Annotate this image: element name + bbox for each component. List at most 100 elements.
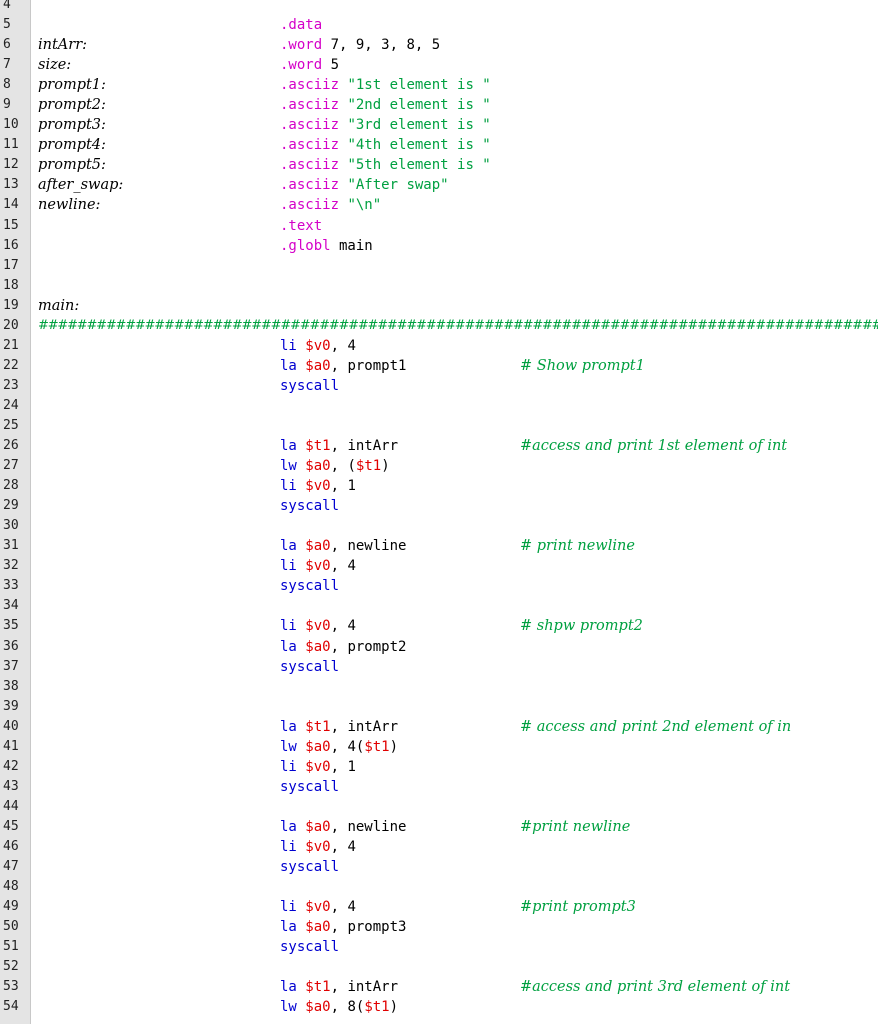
line-number: 21 bbox=[3, 337, 19, 353]
code-line[interactable]: 12 prompt5: .asciiz "5th element is " bbox=[0, 155, 878, 175]
code-line[interactable]: 45 la $a0, newline #print newline bbox=[0, 817, 878, 837]
code-line[interactable]: 53 la $t1, intArr #access and print 3rd el… bbox=[0, 977, 878, 997]
code-line[interactable]: 44 bbox=[0, 797, 878, 817]
code-token: $a0 bbox=[305, 538, 331, 555]
code-line[interactable]: 24 bbox=[0, 396, 878, 416]
code-line[interactable]: 10 prompt3: .asciiz "3rd element is " bbox=[0, 115, 878, 135]
code-line[interactable]: 28 li $v0, 1 bbox=[0, 476, 878, 496]
line-number: 22 bbox=[3, 357, 19, 373]
code-line[interactable]: 42 li $v0, 1 bbox=[0, 757, 878, 777]
code-statement: li $v0, 1 bbox=[280, 476, 356, 496]
code-token: 7, 9, 3, 8, 5 bbox=[322, 37, 441, 54]
code-line[interactable]: 50 la $a0, prompt3 bbox=[0, 917, 878, 937]
code-line[interactable]: 9 prompt2: .asciiz "2nd element is " bbox=[0, 95, 878, 115]
code-line[interactable]: 52 bbox=[0, 957, 878, 977]
code-token: syscall bbox=[280, 377, 340, 394]
code-token: , 4 bbox=[330, 337, 356, 354]
code-line[interactable]: 17 bbox=[0, 256, 878, 276]
code-statement: la $a0, prompt1 bbox=[280, 356, 406, 376]
code-label: newline: bbox=[38, 197, 101, 214]
code-line[interactable]: 22 la $a0, prompt1 # Show prompt1 bbox=[0, 356, 878, 376]
code-line[interactable]: 16 .globl main bbox=[0, 236, 878, 256]
code-token: la bbox=[280, 979, 297, 996]
code-line[interactable]: 48 bbox=[0, 877, 878, 897]
code-token: .asciiz bbox=[280, 177, 340, 194]
line-number: 8 bbox=[3, 77, 11, 93]
code-line[interactable]: 29 syscall bbox=[0, 496, 878, 516]
code-label: prompt4: bbox=[38, 137, 106, 154]
line-number: 28 bbox=[3, 478, 19, 494]
code-line[interactable]: 4 bbox=[0, 0, 878, 15]
code-token: $t1 bbox=[364, 999, 390, 1016]
code-line[interactable]: 46 li $v0, 4 bbox=[0, 837, 878, 857]
code-statement: .asciiz "1st element is " bbox=[280, 75, 491, 95]
line-number: 41 bbox=[3, 738, 19, 754]
code-statement: li $v0, 4 bbox=[280, 616, 356, 636]
code-token: $v0 bbox=[305, 478, 331, 495]
code-token: "3rd element is " bbox=[339, 117, 491, 134]
code-line[interactable]: 6 intArr: .word 7, 9, 3, 8, 5 bbox=[0, 35, 878, 55]
code-statement: syscall bbox=[280, 657, 339, 677]
code-line[interactable]: 11 prompt4: .asciiz "4th element is " bbox=[0, 135, 878, 155]
code-token: syscall bbox=[280, 778, 340, 795]
code-lines[interactable]: 4 5 .data 6 intArr: .word 7, 9, 3, 8, 5 7 size:… bbox=[0, 0, 878, 1017]
code-statement: .asciiz "5th element is " bbox=[280, 155, 491, 175]
code-statement: .data bbox=[280, 15, 322, 35]
code-label: size: bbox=[38, 57, 72, 74]
code-statement: la $a0, newline bbox=[280, 817, 406, 837]
code-label: main: bbox=[38, 297, 80, 314]
code-editor[interactable]: 4 5 .data 6 intArr: .word 7, 9, 3, 8, 5 7 size:… bbox=[0, 0, 878, 1024]
line-number: 51 bbox=[3, 939, 19, 955]
code-token: , intArr bbox=[330, 718, 399, 735]
code-token: li bbox=[280, 758, 297, 775]
code-statement: syscall bbox=[280, 777, 339, 797]
code-line[interactable]: 32 li $v0, 4 bbox=[0, 556, 878, 576]
code-token: $v0 bbox=[305, 838, 331, 855]
code-line[interactable]: 41 lw $a0, 4($t1) bbox=[0, 737, 878, 757]
line-number: 38 bbox=[3, 678, 19, 694]
code-line[interactable]: 38 bbox=[0, 677, 878, 697]
code-statement: .asciiz "4th element is " bbox=[280, 135, 491, 155]
code-line[interactable]: 23 syscall bbox=[0, 376, 878, 396]
line-number: 54 bbox=[3, 999, 19, 1015]
code-line[interactable]: 26 la $t1, intArr #access and print 1st el… bbox=[0, 436, 878, 456]
code-token: "2nd element is " bbox=[339, 97, 491, 114]
code-statement: syscall bbox=[280, 937, 339, 957]
code-line[interactable]: 7 size: .word 5 bbox=[0, 55, 878, 75]
code-line[interactable]: 49 li $v0, 4 #print prompt3 bbox=[0, 897, 878, 917]
code-line[interactable]: 13 after_swap: .asciiz "After swap" bbox=[0, 175, 878, 195]
code-line[interactable]: 27 lw $a0, ($t1) bbox=[0, 456, 878, 476]
code-line[interactable]: 5 .data bbox=[0, 15, 878, 35]
code-token: , prompt3 bbox=[330, 919, 407, 936]
code-line[interactable]: 40 la $t1, intArr # access and print 2nd e… bbox=[0, 717, 878, 737]
line-number: 34 bbox=[3, 598, 19, 614]
code-line[interactable]: 8 prompt1: .asciiz "1st element is " bbox=[0, 75, 878, 95]
code-line[interactable]: 14 newline: .asciiz "\n" bbox=[0, 195, 878, 215]
code-token: "5th element is " bbox=[339, 157, 491, 174]
code-line[interactable]: 54 lw $a0, 8($t1) bbox=[0, 997, 878, 1017]
code-token: .word bbox=[280, 37, 323, 54]
code-line[interactable]: 33 syscall bbox=[0, 576, 878, 596]
code-line[interactable]: 47 syscall bbox=[0, 857, 878, 877]
line-number: 36 bbox=[3, 638, 19, 654]
code-line[interactable]: 43 syscall bbox=[0, 777, 878, 797]
code-line[interactable]: 20 ######################################… bbox=[0, 316, 878, 336]
code-line[interactable]: 35 li $v0, 4 # shpw prompt2 bbox=[0, 616, 878, 636]
code-line[interactable]: 31 la $a0, newline # print newline bbox=[0, 536, 878, 556]
code-statement: la $t1, intArr bbox=[280, 717, 398, 737]
code-line[interactable]: 36 la $a0, prompt2 bbox=[0, 637, 878, 657]
code-token: la bbox=[280, 638, 297, 655]
code-token: la bbox=[280, 919, 297, 936]
code-line[interactable]: 25 bbox=[0, 416, 878, 436]
code-line[interactable]: 51 syscall bbox=[0, 937, 878, 957]
line-number: 10 bbox=[3, 117, 19, 133]
code-line[interactable]: 39 bbox=[0, 697, 878, 717]
code-line[interactable]: 15 .text bbox=[0, 216, 878, 236]
code-line[interactable]: 18 bbox=[0, 276, 878, 296]
code-line[interactable]: 34 bbox=[0, 596, 878, 616]
code-token: la bbox=[280, 357, 297, 374]
code-line[interactable]: 19 main: bbox=[0, 296, 878, 316]
code-line[interactable]: 37 syscall bbox=[0, 657, 878, 677]
code-line[interactable]: 30 bbox=[0, 516, 878, 536]
code-line[interactable]: 21 li $v0, 4 bbox=[0, 336, 878, 356]
